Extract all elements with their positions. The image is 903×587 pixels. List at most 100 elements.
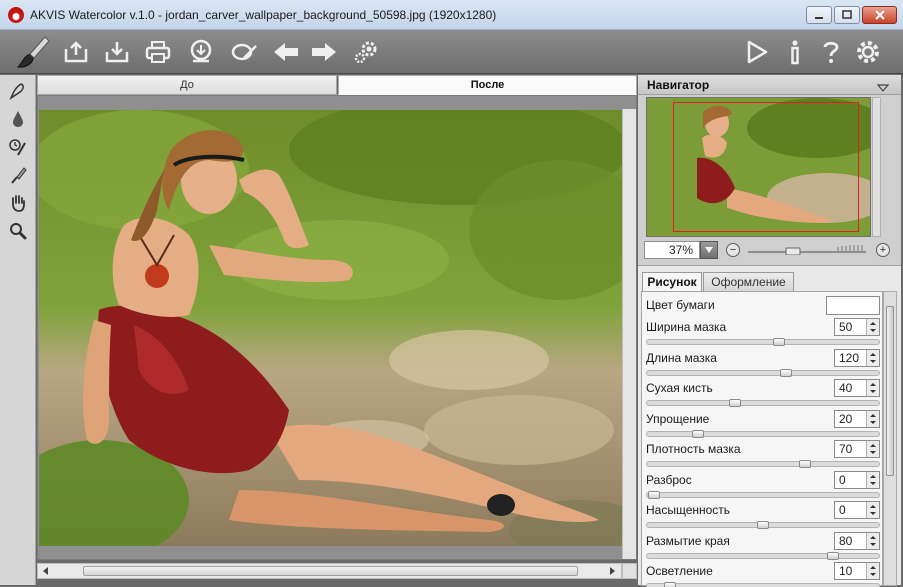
param-label: Разброс: [646, 472, 692, 487]
param-slider[interactable]: [646, 551, 880, 560]
image-canvas[interactable]: [37, 95, 637, 560]
slider-knob[interactable]: [798, 460, 811, 468]
param-value: 0: [839, 472, 846, 487]
share-icon[interactable]: [185, 36, 217, 68]
spin-arrows-icon[interactable]: [866, 502, 879, 518]
zoom-dropdown-button[interactable]: [700, 241, 718, 259]
window-title: AKVIS Watercolor v.1.0 - jordan_carver_w…: [30, 8, 497, 22]
slider-knob[interactable]: [729, 399, 742, 407]
scroll-left-icon[interactable]: [40, 565, 52, 577]
param-slider[interactable]: [646, 582, 880, 587]
navigator-scrollbar[interactable]: [872, 97, 881, 237]
spin-arrows-icon[interactable]: [866, 380, 879, 396]
maximize-button[interactable]: [834, 6, 860, 24]
smudge-icon[interactable]: [6, 163, 30, 187]
batch-icon[interactable]: [228, 36, 260, 68]
open-icon[interactable]: [60, 36, 92, 68]
param-value-spinbox[interactable]: 40: [834, 379, 880, 397]
slider-knob[interactable]: [773, 338, 786, 346]
param-value: 10: [839, 564, 853, 578]
param-label: Насыщенность: [646, 503, 731, 517]
navigator-header: Навигатор: [638, 75, 901, 95]
zoom-out-button[interactable]: −: [726, 243, 740, 257]
parameters-scrollbar[interactable]: [883, 291, 897, 586]
settings-small-icon[interactable]: [350, 36, 382, 68]
param-value-spinbox[interactable]: 20: [834, 409, 880, 428]
param-label: Сухая кисть: [646, 381, 713, 395]
parameters-scroll-thumb[interactable]: [886, 306, 894, 476]
tab-drawing[interactable]: Рисунок: [642, 272, 702, 292]
run-icon[interactable]: [741, 36, 773, 68]
param-value-spinbox[interactable]: 50: [834, 318, 880, 336]
spin-arrows-icon[interactable]: [866, 349, 879, 366]
param-value-spinbox[interactable]: 120: [834, 348, 880, 367]
minimize-button[interactable]: [806, 6, 832, 24]
akvis-logo-icon: [8, 7, 24, 23]
slider-knob[interactable]: [757, 521, 769, 529]
spin-arrows-icon[interactable]: [866, 471, 879, 488]
canvas-vertical-scrollbar[interactable]: [622, 109, 636, 559]
paper-color-swatch[interactable]: [826, 296, 880, 315]
spin-arrows-icon[interactable]: [866, 319, 879, 335]
tab-after[interactable]: После: [338, 75, 637, 95]
spin-arrows-icon[interactable]: [866, 532, 879, 549]
param-slider[interactable]: [646, 338, 880, 346]
settings-panel: Рисунок Оформление Цвет бумаги Ширина ма…: [638, 265, 901, 587]
param-value-spinbox[interactable]: 70: [834, 440, 880, 458]
zoom-field[interactable]: 37%: [644, 241, 700, 259]
zoom-slider[interactable]: [748, 245, 866, 255]
redo-icon[interactable]: [308, 36, 340, 68]
help-icon[interactable]: [815, 36, 847, 68]
param-value-spinbox[interactable]: 10: [834, 562, 880, 580]
param-slider[interactable]: [646, 460, 880, 468]
main-toolbar: [0, 30, 903, 74]
watercolor-brush-icon[interactable]: [6, 79, 30, 103]
resize-grip-icon[interactable]: [622, 563, 637, 579]
horizontal-scroll-thumb[interactable]: [83, 566, 578, 576]
slider-knob[interactable]: [692, 429, 705, 438]
drop-icon[interactable]: [6, 107, 30, 131]
collapse-chevron-icon[interactable]: [876, 81, 890, 95]
param-value-spinbox[interactable]: 0: [834, 501, 880, 519]
canvas-horizontal-scrollbar[interactable]: [37, 563, 622, 579]
param-slider[interactable]: [646, 399, 880, 407]
scroll-right-icon[interactable]: [606, 565, 618, 577]
param-value-spinbox[interactable]: 0: [834, 470, 880, 489]
param-label: Размытие края: [646, 533, 730, 548]
param-slider[interactable]: [646, 490, 880, 499]
spin-arrows-icon[interactable]: [866, 563, 879, 579]
param-value: 20: [839, 411, 853, 426]
spin-arrows-icon[interactable]: [866, 441, 879, 457]
right-panel: Навигатор 37% − + Рисунок Оформление Цве…: [638, 75, 901, 587]
slider-knob[interactable]: [664, 582, 677, 587]
param-value-spinbox[interactable]: 80: [834, 531, 880, 550]
print-icon[interactable]: [142, 36, 174, 68]
preferences-icon[interactable]: [852, 36, 884, 68]
undo-icon[interactable]: [270, 36, 302, 68]
slider-knob[interactable]: [647, 490, 660, 499]
tab-before[interactable]: До: [37, 75, 337, 95]
save-icon[interactable]: [101, 36, 133, 68]
zoom-controls: 37% − +: [644, 239, 894, 261]
info-icon[interactable]: [779, 36, 811, 68]
param-value: 0: [839, 503, 846, 517]
zoom-in-button[interactable]: +: [876, 243, 890, 257]
param-label: Упрощение: [646, 411, 710, 426]
navigator-viewport-frame[interactable]: [673, 102, 859, 232]
paper-color-label: Цвет бумаги: [646, 298, 715, 312]
slider-knob[interactable]: [780, 368, 793, 377]
param-slider[interactable]: [646, 368, 880, 377]
spin-arrows-icon[interactable]: [866, 410, 879, 427]
param-slider[interactable]: [646, 429, 880, 438]
param-value: 40: [839, 381, 853, 395]
history-brush-icon[interactable]: [6, 135, 30, 159]
tab-decoration[interactable]: Оформление: [703, 272, 794, 292]
close-button[interactable]: [862, 6, 897, 24]
zoom-icon[interactable]: [6, 219, 30, 243]
parameters-list: Цвет бумаги Ширина мазка 50 Длина мазка 120…: [641, 291, 883, 587]
navigator-preview[interactable]: [646, 97, 871, 237]
brush-logo-icon: [12, 33, 52, 71]
hand-icon[interactable]: [6, 191, 30, 215]
param-slider[interactable]: [646, 521, 880, 529]
slider-knob[interactable]: [826, 551, 839, 560]
